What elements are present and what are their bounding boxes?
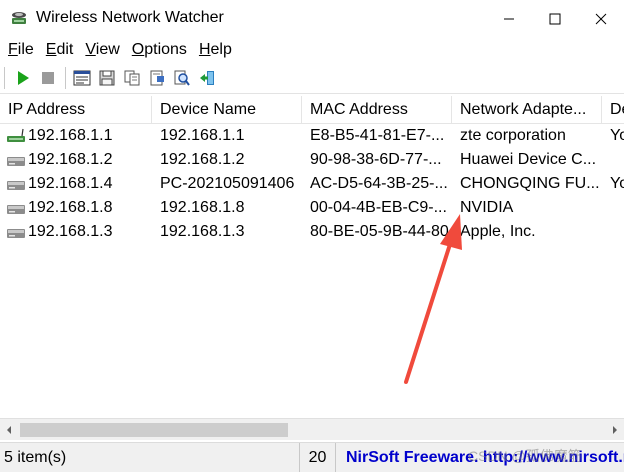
cell-ip-address: 192.168.1.4 <box>0 172 152 196</box>
column-header-network-adapter[interactable]: Network Adapte... <box>452 96 602 124</box>
cell-device-info <box>602 148 624 172</box>
cell-ip-address: 192.168.1.8 <box>0 196 152 220</box>
cell-mac-address: 00-04-4B-EB-C9-... <box>310 199 447 216</box>
minimize-button[interactable] <box>486 0 532 38</box>
device-list[interactable]: IP Address Device Name MAC Address Netwo… <box>0 96 624 418</box>
html-report-icon <box>150 70 164 85</box>
cell-device-info <box>602 220 624 244</box>
menu-options[interactable]: Options <box>126 38 193 62</box>
menu-file[interactable]: File <box>2 38 40 62</box>
cell-mac-address: 80-BE-05-9B-44-80 <box>310 223 449 240</box>
cell-network-adapter: Apple, Inc. <box>460 223 536 240</box>
close-icon <box>595 13 607 25</box>
menu-bar: File Edit View Options Help <box>0 38 624 62</box>
router-icon <box>7 128 25 142</box>
cell-device-info: Yo <box>610 175 624 192</box>
status-item-count: 5 item(s) <box>0 442 300 472</box>
app-icon <box>12 12 26 24</box>
cell-network-adapter: NVIDIA <box>460 199 514 216</box>
toolbar-separator <box>65 66 66 89</box>
cell-network-adapter: CHONGQING FU... <box>460 175 600 192</box>
cell-mac-address: AC-D5-64-3B-25-... <box>310 175 448 192</box>
close-button[interactable] <box>578 0 624 38</box>
cell-device-name: 192.168.1.3 <box>160 223 245 240</box>
status-count: 20 <box>300 442 336 472</box>
list-header: IP Address Device Name MAC Address Netwo… <box>0 96 624 124</box>
column-header-ip-address[interactable]: IP Address <box>0 96 152 124</box>
stop-scan-button[interactable] <box>36 66 60 90</box>
table-row[interactable]: 192.168.1.3 192.168.1.3 80-BE-05-9B-44-8… <box>0 220 624 244</box>
title-bar[interactable]: Wireless Network Watcher <box>0 0 624 38</box>
html-report-button[interactable] <box>145 66 169 90</box>
cell-device-info: Yo <box>610 127 624 144</box>
properties-icon <box>73 70 91 85</box>
toolbar-grip[interactable] <box>4 66 7 89</box>
cell-device-name: PC-202105091406 <box>160 175 295 192</box>
maximize-button[interactable] <box>532 0 578 38</box>
exit-icon <box>200 70 214 85</box>
cell-device-name: 192.168.1.8 <box>160 199 245 216</box>
properties-button[interactable] <box>70 66 94 90</box>
save-button[interactable] <box>95 66 119 90</box>
copy-button[interactable] <box>120 66 144 90</box>
cell-ip-address: 192.168.1.1 <box>0 124 152 148</box>
start-scan-button[interactable] <box>11 66 35 90</box>
chevron-right-icon <box>613 426 617 434</box>
scrollbar-thumb[interactable] <box>20 423 288 437</box>
menu-edit[interactable]: Edit <box>40 38 80 62</box>
device-icon <box>7 229 25 238</box>
cell-device-name: 192.168.1.2 <box>160 151 245 168</box>
menu-view[interactable]: View <box>79 38 125 62</box>
scroll-left-button[interactable] <box>0 419 18 441</box>
copy-icon <box>124 70 140 85</box>
watermark: CSDN @孤佛魔筋 <box>468 448 582 464</box>
device-icon <box>7 181 25 190</box>
table-row[interactable]: 192.168.1.4 PC-202105091406 AC-D5-64-3B-… <box>0 172 624 196</box>
column-header-mac-address[interactable]: MAC Address <box>302 96 452 124</box>
device-icon <box>7 157 25 166</box>
cell-mac-address: E8-B5-41-81-E7-... <box>310 127 445 144</box>
menu-help[interactable]: Help <box>193 38 238 62</box>
maximize-icon <box>549 13 561 25</box>
exit-button[interactable] <box>195 66 219 90</box>
cell-mac-address: 90-98-38-6D-77-... <box>310 151 442 168</box>
table-row[interactable]: 192.168.1.2 192.168.1.2 90-98-38-6D-77-.… <box>0 148 624 172</box>
chevron-left-icon <box>7 426 11 434</box>
window-title: Wireless Network Watcher <box>36 9 224 26</box>
save-icon <box>99 70 115 85</box>
cell-network-adapter: Huawei Device C... <box>460 151 597 168</box>
cell-ip-address: 192.168.1.3 <box>0 220 152 244</box>
horizontal-scrollbar[interactable] <box>0 418 624 440</box>
play-icon <box>18 70 29 85</box>
device-icon <box>7 205 25 214</box>
cell-device-name: 192.168.1.1 <box>160 127 245 144</box>
cell-network-adapter: zte corporation <box>460 127 566 144</box>
scroll-right-button[interactable] <box>606 419 624 441</box>
minimize-icon <box>504 18 514 20</box>
list-rows: 192.168.1.1 192.168.1.1 E8-B5-41-81-E7-.… <box>0 124 624 244</box>
stop-icon <box>42 71 54 84</box>
find-icon <box>174 70 190 86</box>
cell-device-info <box>602 196 624 220</box>
table-row[interactable]: 192.168.1.1 192.168.1.1 E8-B5-41-81-E7-.… <box>0 124 624 148</box>
toolbar <box>0 62 624 94</box>
column-header-device-info[interactable]: De <box>602 96 624 124</box>
find-button[interactable] <box>170 66 194 90</box>
table-row[interactable]: 192.168.1.8 192.168.1.8 00-04-4B-EB-C9-.… <box>0 196 624 220</box>
column-header-device-name[interactable]: Device Name <box>152 96 302 124</box>
cell-ip-address: 192.168.1.2 <box>0 148 152 172</box>
